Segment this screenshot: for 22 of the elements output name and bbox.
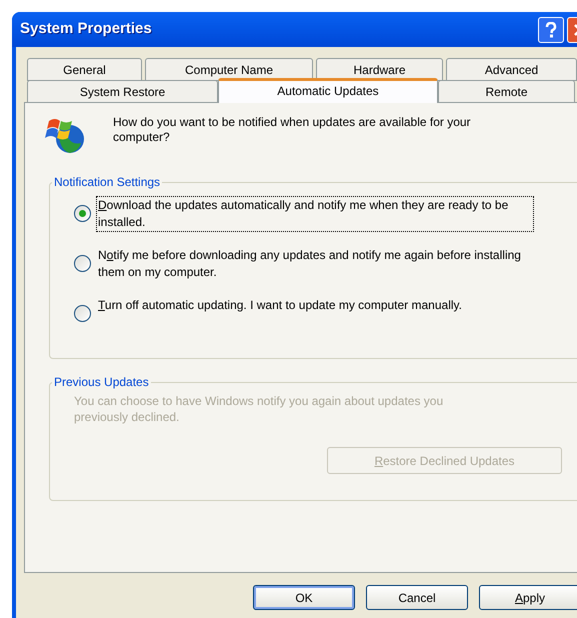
tab[interactable]: Automatic Updates bbox=[218, 78, 438, 103]
group-title: Notification Settings bbox=[53, 174, 162, 191]
radio-label: Notify me before downloading any updates and notify me again before installing them on my computer. bbox=[97, 247, 522, 281]
dialog-button[interactable]: Cancel bbox=[366, 585, 468, 610]
dialog-button[interactable]: OK bbox=[253, 585, 355, 610]
window-title: System Properties bbox=[20, 19, 153, 40]
radio-button[interactable] bbox=[74, 205, 91, 222]
dialog-button[interactable]: Apply bbox=[479, 585, 577, 610]
question-text: How do you want to be notified when updates are available for your computer? bbox=[113, 115, 472, 145]
info-text: You can choose to have Windows notify you again about updates you previously declined. bbox=[73, 393, 444, 425]
tab[interactable]: General bbox=[27, 58, 142, 81]
tab[interactable]: Advanced bbox=[446, 58, 577, 81]
question-mark-icon bbox=[545, 22, 557, 38]
radio-button[interactable] bbox=[74, 305, 91, 322]
radio-label: Download the updates automatically and notify me when they are ready to be installed. bbox=[97, 197, 533, 231]
radio-button[interactable] bbox=[74, 255, 91, 272]
tab[interactable]: Computer Name bbox=[145, 58, 313, 81]
group-title: Previous Updates bbox=[53, 374, 150, 391]
help-button[interactable] bbox=[538, 16, 564, 42]
tab[interactable]: System Restore bbox=[27, 80, 218, 103]
radio-label: Turn off automatic updating. I want to update my computer manually. bbox=[97, 297, 463, 314]
tab[interactable]: Remote bbox=[438, 80, 575, 103]
